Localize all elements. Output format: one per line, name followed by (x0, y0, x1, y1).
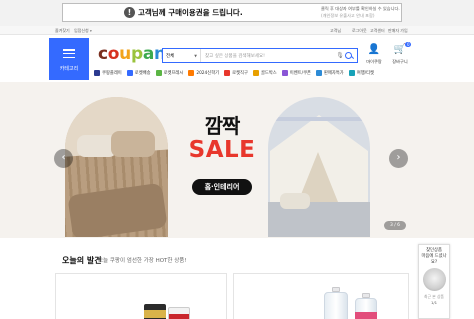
discovery-title: 오늘의 발견 (62, 256, 102, 265)
top-links-bar: 즐겨찾기 입점신청 ▾ 고객님 로그아웃 고객센터 판매자 가입 (0, 26, 474, 35)
quick-nav-item[interactable]: 골드박스 (252, 68, 277, 78)
cart-label: 장바구니 (392, 59, 408, 64)
logo-letter: u (119, 44, 131, 64)
user-greeting: 고객님 (330, 28, 342, 33)
chevron-down-icon: ▾ (90, 29, 92, 33)
favorites-link[interactable]: 즐겨찾기 (55, 28, 70, 34)
discovery-subtitle: 오늘 쿠팡이 엄선한 가장 HOT한 상품! (98, 258, 187, 264)
quick-nav-label: 로켓배송 (134, 71, 151, 76)
logout-link[interactable]: 로그아웃 (352, 28, 367, 34)
customer-center-link[interactable]: 고객센터 (370, 28, 385, 34)
search-bar: 전체 ▼ 찾고 싶은 상품을 검색해보세요! 🎙 (162, 48, 358, 63)
notice-line2: (개인정보 유출사고 안내 포함) (321, 13, 375, 18)
logo-letter: p (130, 44, 143, 64)
quick-nav-label: 여행/티켓 (356, 71, 375, 76)
quick-nav-label: 판매자특가 (323, 71, 344, 76)
quick-nav-item[interactable]: 로켓직구 (224, 68, 248, 78)
hero-title-sale: SALE (188, 137, 256, 163)
microphone-icon[interactable]: 🎙 (336, 52, 344, 59)
notice-title: 고객님께 구매이용권을 드립니다. (138, 8, 243, 17)
category-button[interactable]: 카테고리 (49, 38, 89, 80)
quick-nav-item[interactable]: 판매자특가 (315, 68, 344, 78)
quick-nav: 쿠팡플레이 로켓배송 로켓프레시 2024신학기 로켓직구 골드박스 이벤트/쿠폰 판매자특가… (94, 68, 424, 78)
prev-slide-button[interactable]: ‹ (54, 149, 73, 168)
quick-nav-label: 이벤트/쿠폰 (289, 71, 311, 76)
quick-nav-label: 2024신학기 (196, 71, 220, 76)
notice-line1: 클릭 후 대상자 여부를 확인하실 수 있습니다. (321, 6, 400, 11)
quick-nav-icon (94, 70, 100, 76)
recent-products-panel: 찾던상품 마음에 드셨나요? 최근 본 상품 1/1 (418, 244, 450, 319)
recent-product-thumbnail[interactable] (423, 268, 446, 291)
search-input[interactable]: 찾고 싶은 상품을 검색해보세요! (201, 53, 336, 59)
hero-banner[interactable]: 깜짝 SALE 홈·인테리어 ‹ › 3 / 6 (0, 82, 474, 238)
chevron-left-icon: ‹ (61, 152, 66, 163)
alert-icon: ! (124, 7, 135, 18)
slide-pager: 3 / 6 (384, 221, 406, 230)
seller-apply-link[interactable]: 판매자 가입 (388, 28, 408, 34)
quick-nav-icon (224, 70, 231, 76)
quick-nav-item[interactable]: 로켓프레시 (155, 68, 184, 78)
bottle-label (355, 312, 377, 319)
recent-pager: 1/1 (430, 300, 438, 305)
search-category-value: 전체 (166, 53, 175, 59)
quick-nav-label: 로켓프레시 (163, 71, 184, 76)
quick-nav-icon (315, 70, 322, 76)
hero-category-tag[interactable]: 홈·인테리어 (192, 179, 252, 195)
quick-nav-item[interactable]: 2024신학기 (188, 68, 219, 78)
seller-link[interactable]: 입점신청 ▾ (74, 28, 92, 34)
product-image (144, 304, 166, 319)
quick-nav-item[interactable]: 여행/티켓 (348, 68, 375, 78)
quick-nav-label: 골드박스 (260, 71, 277, 76)
quick-nav-icon (252, 70, 259, 76)
logo-letter: c (98, 44, 108, 64)
seller-link-label: 입점신청 (74, 28, 89, 33)
cart-icon: 🛒 0 (393, 42, 411, 55)
chevron-down-icon: ▼ (194, 53, 197, 58)
quick-nav-icon (348, 70, 355, 76)
quick-nav-item[interactable]: 로켓배송 (126, 68, 151, 78)
chevron-right-icon: › (396, 152, 401, 163)
menu-icon (63, 49, 75, 59)
next-slide-button[interactable]: › (389, 149, 408, 168)
quick-nav-icon (126, 70, 133, 76)
hero-title-kr: 깜짝 (204, 114, 241, 138)
quick-nav-icon (188, 70, 195, 76)
cart-button[interactable]: 🛒 0 장바구니 (388, 42, 412, 65)
logo-letter: a (142, 44, 155, 64)
quick-nav-icon (155, 70, 162, 76)
search-icon[interactable] (344, 51, 354, 61)
user-icon: 👤 (367, 44, 381, 55)
quick-nav-label: 쿠팡플레이 (102, 71, 122, 76)
quick-nav-item[interactable]: 이벤트/쿠폰 (281, 68, 311, 78)
cart-count-badge: 0 (405, 42, 411, 47)
notice-banner[interactable]: ! 고객님께 구매이용권을 드립니다. 클릭 후 대상자 여부를 확인하실 수 … (62, 3, 402, 22)
quick-nav-icon (281, 70, 288, 76)
product-image (324, 292, 348, 319)
my-coupang-button[interactable]: 👤 마이쿠팡 (362, 44, 386, 65)
tent-image (268, 97, 370, 237)
product-card[interactable] (233, 273, 409, 319)
side-heading-2: 마음에 드셨나요? (421, 254, 447, 265)
my-coupang-label: 마이쿠팡 (366, 59, 382, 64)
product-image (168, 307, 190, 319)
quick-nav-item[interactable]: 쿠팡플레이 (94, 68, 122, 78)
logo-letter: o (107, 44, 120, 64)
product-card[interactable] (55, 273, 227, 319)
bedding-image (65, 97, 168, 237)
search-category-select[interactable]: 전체 ▼ (163, 49, 201, 62)
notice-bar: ! 고객님께 구매이용권을 드립니다. 클릭 후 대상자 여부를 확인하실 수 … (0, 0, 474, 26)
category-label: 카테고리 (59, 66, 79, 72)
quick-nav-label: 로켓직구 (232, 71, 248, 76)
